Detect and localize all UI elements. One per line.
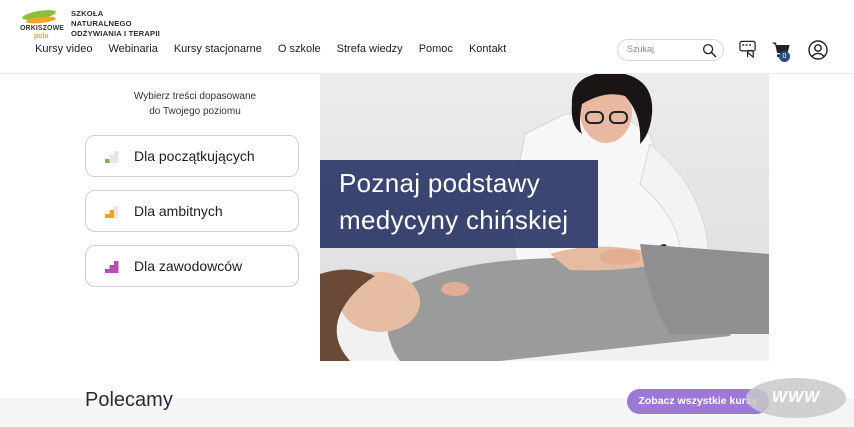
nav-help[interactable]: Pomoc xyxy=(419,43,453,55)
search-box xyxy=(617,39,724,61)
level-ambitious-button[interactable]: Dla ambitnych xyxy=(85,190,299,232)
level-intro-line: do Twojego poziomu xyxy=(149,106,241,117)
recommended-section-title: Polecamy xyxy=(85,389,173,411)
nav-contact[interactable]: Kontakt xyxy=(469,43,506,55)
main-nav: Kursy video Webinaria Kursy stacjonarne … xyxy=(35,43,522,55)
nav-webinars[interactable]: Webinaria xyxy=(108,43,157,55)
level-professional-label: Dla zawodowców xyxy=(134,258,243,274)
hero-title-line-1: Poznaj podstawy xyxy=(339,168,541,198)
support-chat-icon[interactable] xyxy=(739,40,758,59)
hero-banner[interactable]: Poznaj podstawy medycyny chińskiej xyxy=(320,74,769,361)
nav-about-school[interactable]: O szkole xyxy=(278,43,321,55)
level-ambitious-label: Dla ambitnych xyxy=(134,203,223,219)
logo-brand-bottom: pola xyxy=(34,33,49,40)
search-icon[interactable] xyxy=(702,43,717,58)
www-watermark-badge: WWW xyxy=(746,378,846,418)
hero-title-line-2: medycyny chińskiej xyxy=(339,205,569,235)
nav-video-courses[interactable]: Kursy video xyxy=(35,43,92,55)
school-name: SZKOŁA NATURALNEGO ODŻYWIANIA I TERAPII xyxy=(71,9,160,39)
search-input[interactable] xyxy=(627,44,701,54)
level-beginner-icon xyxy=(105,151,119,163)
school-name-line: NATURALNEGO xyxy=(71,19,132,28)
level-beginner-label: Dla początkujących xyxy=(134,148,255,164)
school-name-line: ODŻYWIANIA I TERAPII xyxy=(71,29,160,38)
site-header: ORKISZOWE pola SZKOŁA NATURALNEGO ODŻYWI… xyxy=(0,0,854,74)
level-ambitious-icon xyxy=(105,206,119,218)
user-account-icon[interactable] xyxy=(808,40,828,60)
level-beginner-button[interactable]: Dla początkujących xyxy=(85,135,299,177)
logo-mark: ORKISZOWE pola xyxy=(20,7,65,41)
logo-brand-top: ORKISZOWE xyxy=(20,25,65,32)
nav-onsite-courses[interactable]: Kursy stacjonarne xyxy=(174,43,262,55)
nav-knowledge-zone[interactable]: Strefa wiedzy xyxy=(337,43,403,55)
logo[interactable]: ORKISZOWE pola SZKOŁA NATURALNEGO ODŻYWI… xyxy=(20,7,162,43)
school-name-line: SZKOŁA xyxy=(71,9,104,18)
level-intro-text: Wybierz treści dopasowane do Twojego poz… xyxy=(110,89,280,119)
hero-caption-box: Poznaj podstawy medycyny chińskiej xyxy=(320,160,598,248)
cart-count-badge: 0 xyxy=(779,51,790,62)
level-professional-button[interactable]: Dla zawodowców xyxy=(85,245,299,287)
level-intro-line: Wybierz treści dopasowane xyxy=(133,91,257,102)
level-professional-icon xyxy=(105,261,119,273)
